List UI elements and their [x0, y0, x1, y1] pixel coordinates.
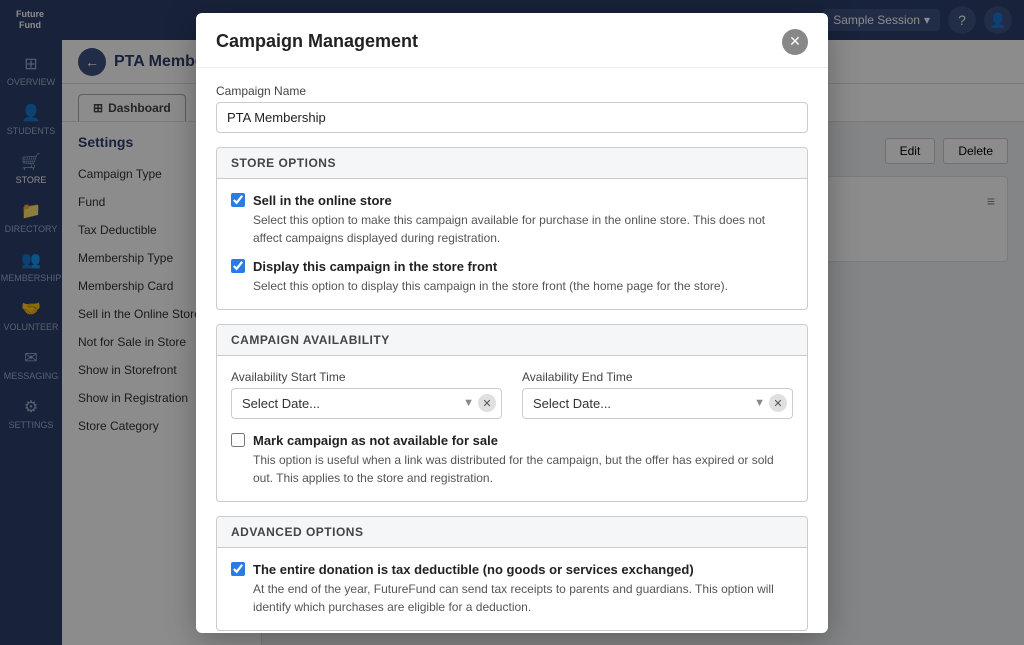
display-front-checkbox[interactable]	[231, 259, 245, 273]
store-options-body: Sell in the online store Select this opt…	[217, 179, 807, 309]
tax-deductible-label[interactable]: The entire donation is tax deductible (n…	[253, 562, 694, 577]
date-row: Availability Start Time Select Date... ▼…	[231, 370, 793, 419]
mark-unavailable-description: This option is useful when a link was di…	[231, 451, 793, 487]
campaign-name-field: Campaign Name	[216, 84, 808, 133]
display-front-option: Display this campaign in the store front…	[231, 259, 793, 295]
display-front-description: Select this option to display this campa…	[231, 277, 793, 295]
sell-online-label[interactable]: Sell in the online store	[253, 193, 392, 208]
campaign-management-modal: Campaign Management ✕ Campaign Name STOR…	[196, 13, 828, 633]
start-time-select-wrap: Select Date... ▼ ✕	[231, 388, 502, 419]
mark-unavailable-label[interactable]: Mark campaign as not available for sale	[253, 433, 498, 448]
advanced-options-body: The entire donation is tax deductible (n…	[217, 548, 807, 630]
end-time-label: Availability End Time	[522, 370, 793, 384]
sell-online-option: Sell in the online store Select this opt…	[231, 193, 793, 247]
sell-online-checkbox[interactable]	[231, 193, 245, 207]
campaign-availability-header: CAMPAIGN AVAILABILITY	[217, 325, 807, 356]
modal-title: Campaign Management	[216, 31, 418, 52]
campaign-availability-body: Availability Start Time Select Date... ▼…	[217, 356, 807, 501]
store-options-section: STORE OPTIONS Sell in the online store S…	[216, 147, 808, 310]
display-front-label[interactable]: Display this campaign in the store front	[253, 259, 497, 274]
start-time-label: Availability Start Time	[231, 370, 502, 384]
tax-deductible-description: At the end of the year, FutureFund can s…	[231, 580, 793, 616]
campaign-name-label: Campaign Name	[216, 84, 808, 98]
tax-deductible-option: The entire donation is tax deductible (n…	[231, 562, 793, 616]
sell-online-description: Select this option to make this campaign…	[231, 211, 793, 247]
advanced-options-section: ADVANCED OPTIONS The entire donation is …	[216, 516, 808, 631]
modal-body: Campaign Name STORE OPTIONS Sell in the …	[196, 68, 828, 633]
end-time-select[interactable]: Select Date...	[522, 388, 793, 419]
end-time-select-wrap: Select Date... ▼ ✕	[522, 388, 793, 419]
start-time-select[interactable]: Select Date...	[231, 388, 502, 419]
modal-close-button[interactable]: ✕	[782, 29, 808, 55]
modal-overlay: Campaign Management ✕ Campaign Name STOR…	[0, 0, 1024, 645]
campaign-availability-section: CAMPAIGN AVAILABILITY Availability Start…	[216, 324, 808, 502]
mark-unavailable-option: Mark campaign as not available for sale …	[231, 433, 793, 487]
end-time-field: Availability End Time Select Date... ▼ ✕	[522, 370, 793, 419]
tax-deductible-checkbox[interactable]	[231, 562, 245, 576]
campaign-name-input[interactable]	[216, 102, 808, 133]
mark-unavailable-checkbox[interactable]	[231, 433, 245, 447]
close-icon: ✕	[789, 33, 801, 50]
start-time-clear-icon[interactable]: ✕	[478, 394, 496, 412]
start-time-field: Availability Start Time Select Date... ▼…	[231, 370, 502, 419]
store-options-header: STORE OPTIONS	[217, 148, 807, 179]
modal-header: Campaign Management ✕	[196, 13, 828, 68]
advanced-options-header: ADVANCED OPTIONS	[217, 517, 807, 548]
end-time-clear-icon[interactable]: ✕	[769, 394, 787, 412]
